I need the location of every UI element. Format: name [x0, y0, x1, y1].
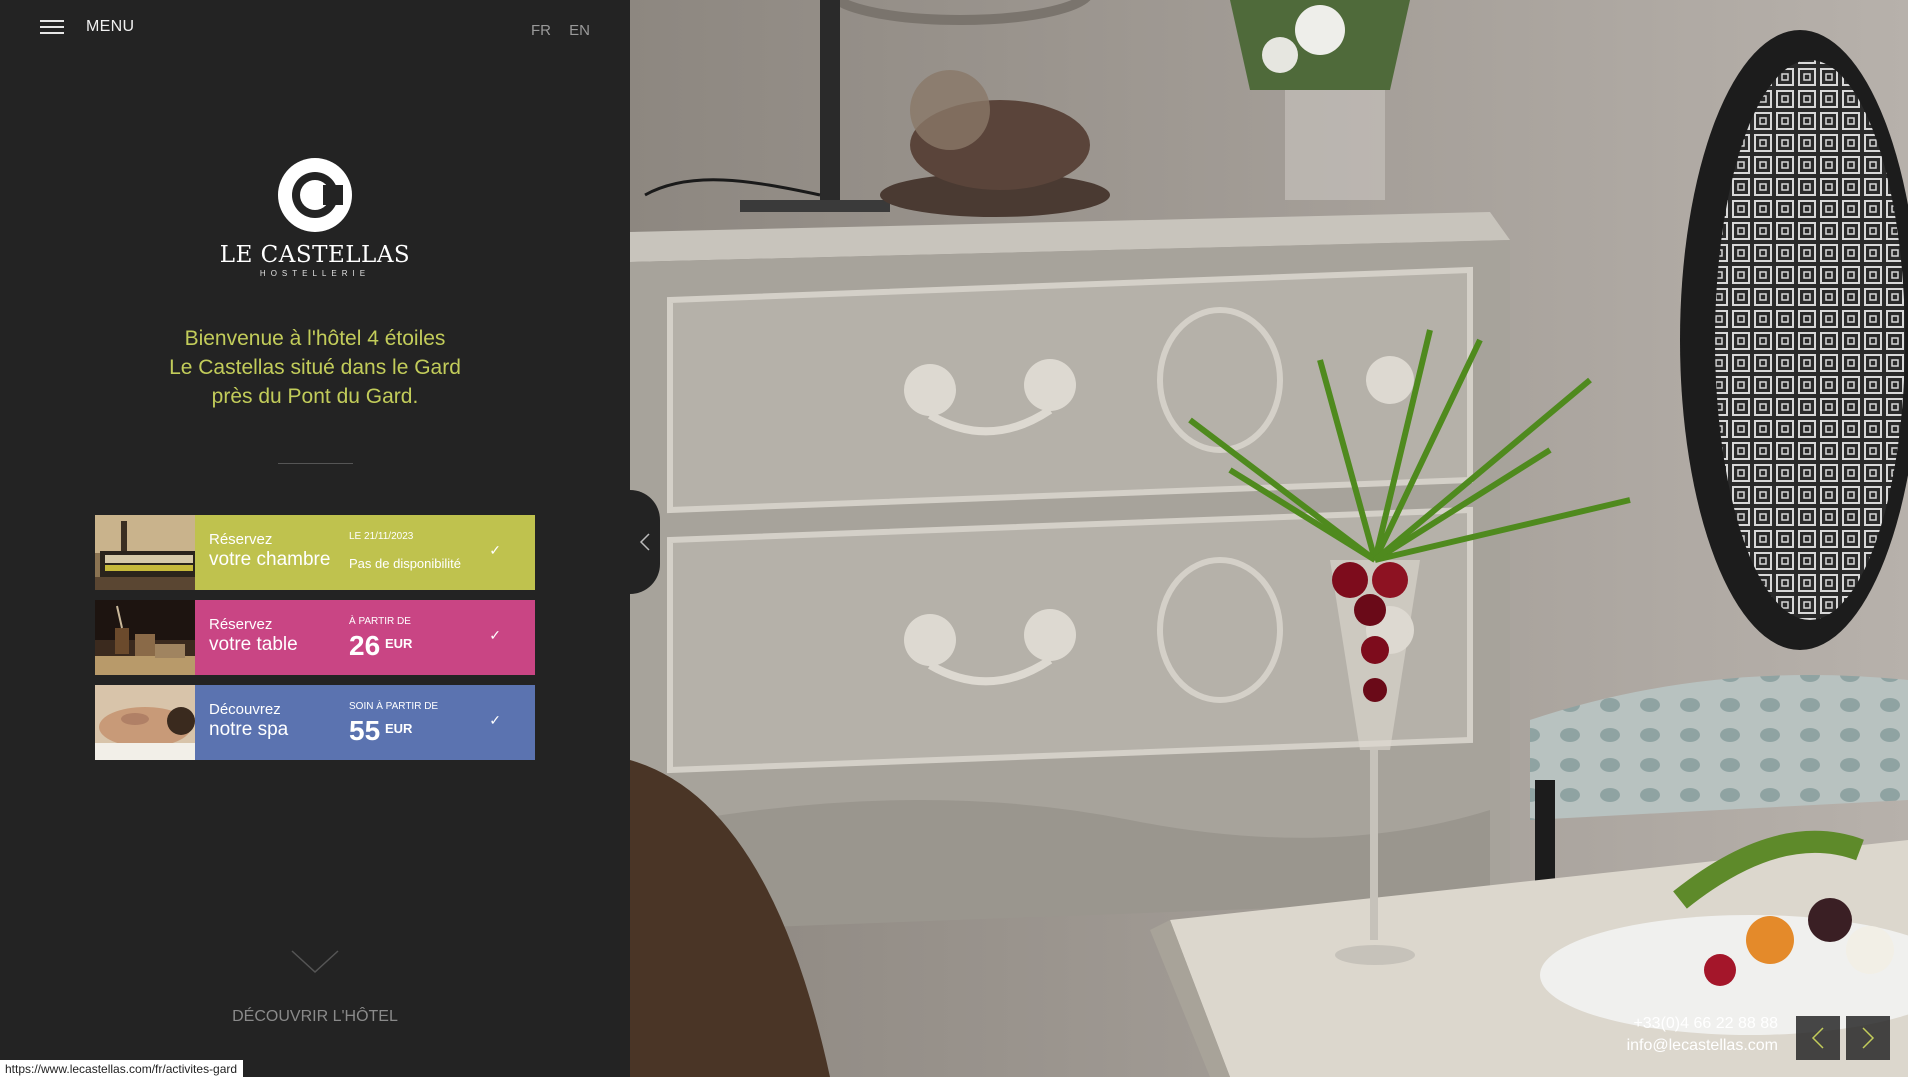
- check-icon: ✓: [489, 542, 501, 558]
- check-icon: ✓: [489, 627, 501, 643]
- welcome-line: près du Pont du Gard.: [211, 385, 419, 408]
- logo[interactable]: LE CASTELLAS HOSTELLERIE: [0, 158, 630, 278]
- discover-spa-body: Découvrez notre spa SOIN À PARTIR DE 55 …: [195, 685, 535, 760]
- book-table-body: Réservez votre table À PARTIR DE 26 EUR …: [195, 600, 535, 675]
- welcome-line: Le Castellas situé dans le Gard: [169, 356, 461, 379]
- price-value: 55: [349, 715, 381, 746]
- previous-slide-button[interactable]: [1796, 1016, 1840, 1060]
- card-line1: Découvrez: [209, 701, 281, 718]
- left-panel: MENU FR EN LE CASTELLAS HOSTELLERIE Bien…: [0, 0, 630, 1077]
- availability-text: Pas de disponibilité: [349, 556, 462, 571]
- check-icon: ✓: [489, 712, 501, 728]
- chevron-left-icon: [1811, 1027, 1824, 1049]
- menu-button[interactable]: MENU: [40, 18, 134, 36]
- book-table-card[interactable]: Réservez votre table À PARTIR DE 26 EUR …: [95, 600, 535, 675]
- card-line1: Réservez: [209, 616, 273, 633]
- spa-thumbnail: [95, 685, 195, 760]
- chevron-down-icon[interactable]: [291, 950, 339, 974]
- lang-en-link[interactable]: EN: [569, 22, 590, 39]
- price-label: SOIN À PARTIR DE: [349, 701, 439, 712]
- divider: [278, 463, 353, 464]
- welcome-line: Bienvenue à l'hôtel 4 étoiles: [184, 327, 446, 350]
- table-thumbnail: [95, 600, 195, 675]
- lang-fr-link[interactable]: FR: [531, 22, 551, 39]
- status-bar-url: https://www.lecastellas.com/fr/activites…: [0, 1060, 244, 1077]
- price-label: À PARTIR DE: [349, 616, 411, 627]
- logo-subtitle: HOSTELLERIE: [259, 269, 371, 278]
- date-label: LE 21/11/2023: [349, 531, 414, 542]
- card-line2: votre chambre: [209, 549, 331, 570]
- chevron-left-icon: [639, 533, 650, 551]
- book-room-body: Réservez votre chambre LE 21/11/2023 Pas…: [195, 515, 535, 590]
- logo-mark-icon: [278, 158, 352, 232]
- logo-title: LE CASTELLAS: [219, 242, 411, 268]
- chevron-right-icon: [1862, 1027, 1875, 1049]
- room-thumbnail: [95, 515, 195, 590]
- language-switcher: FR EN: [517, 22, 590, 39]
- card-line1: Réservez: [209, 531, 273, 548]
- card-line2: notre spa: [209, 719, 289, 740]
- collapse-panel-button[interactable]: [630, 490, 660, 594]
- price-currency: EUR: [385, 636, 413, 651]
- discover-spa-card[interactable]: Découvrez notre spa SOIN À PARTIR DE 55 …: [95, 685, 535, 760]
- next-slide-button[interactable]: [1846, 1016, 1890, 1060]
- contact-info: +33(0)4 66 22 88 88 info@lecastellas.com: [1627, 1013, 1778, 1057]
- menu-label: MENU: [86, 18, 135, 35]
- email-link[interactable]: info@lecastellas.com: [1627, 1035, 1778, 1057]
- discover-hotel-link[interactable]: DÉCOUVRIR L'HÔTEL: [0, 1008, 630, 1026]
- book-room-card[interactable]: Réservez votre chambre LE 21/11/2023 Pas…: [95, 515, 535, 590]
- hamburger-icon[interactable]: [40, 18, 64, 36]
- hero-photo: [630, 0, 1908, 1077]
- price-value: 26: [349, 630, 381, 661]
- phone-link[interactable]: +33(0)4 66 22 88 88: [1627, 1013, 1778, 1035]
- price-currency: EUR: [385, 721, 413, 736]
- welcome-text: Bienvenue à l'hôtel 4 étoiles Le Castell…: [0, 324, 630, 411]
- card-line2: votre table: [209, 634, 298, 655]
